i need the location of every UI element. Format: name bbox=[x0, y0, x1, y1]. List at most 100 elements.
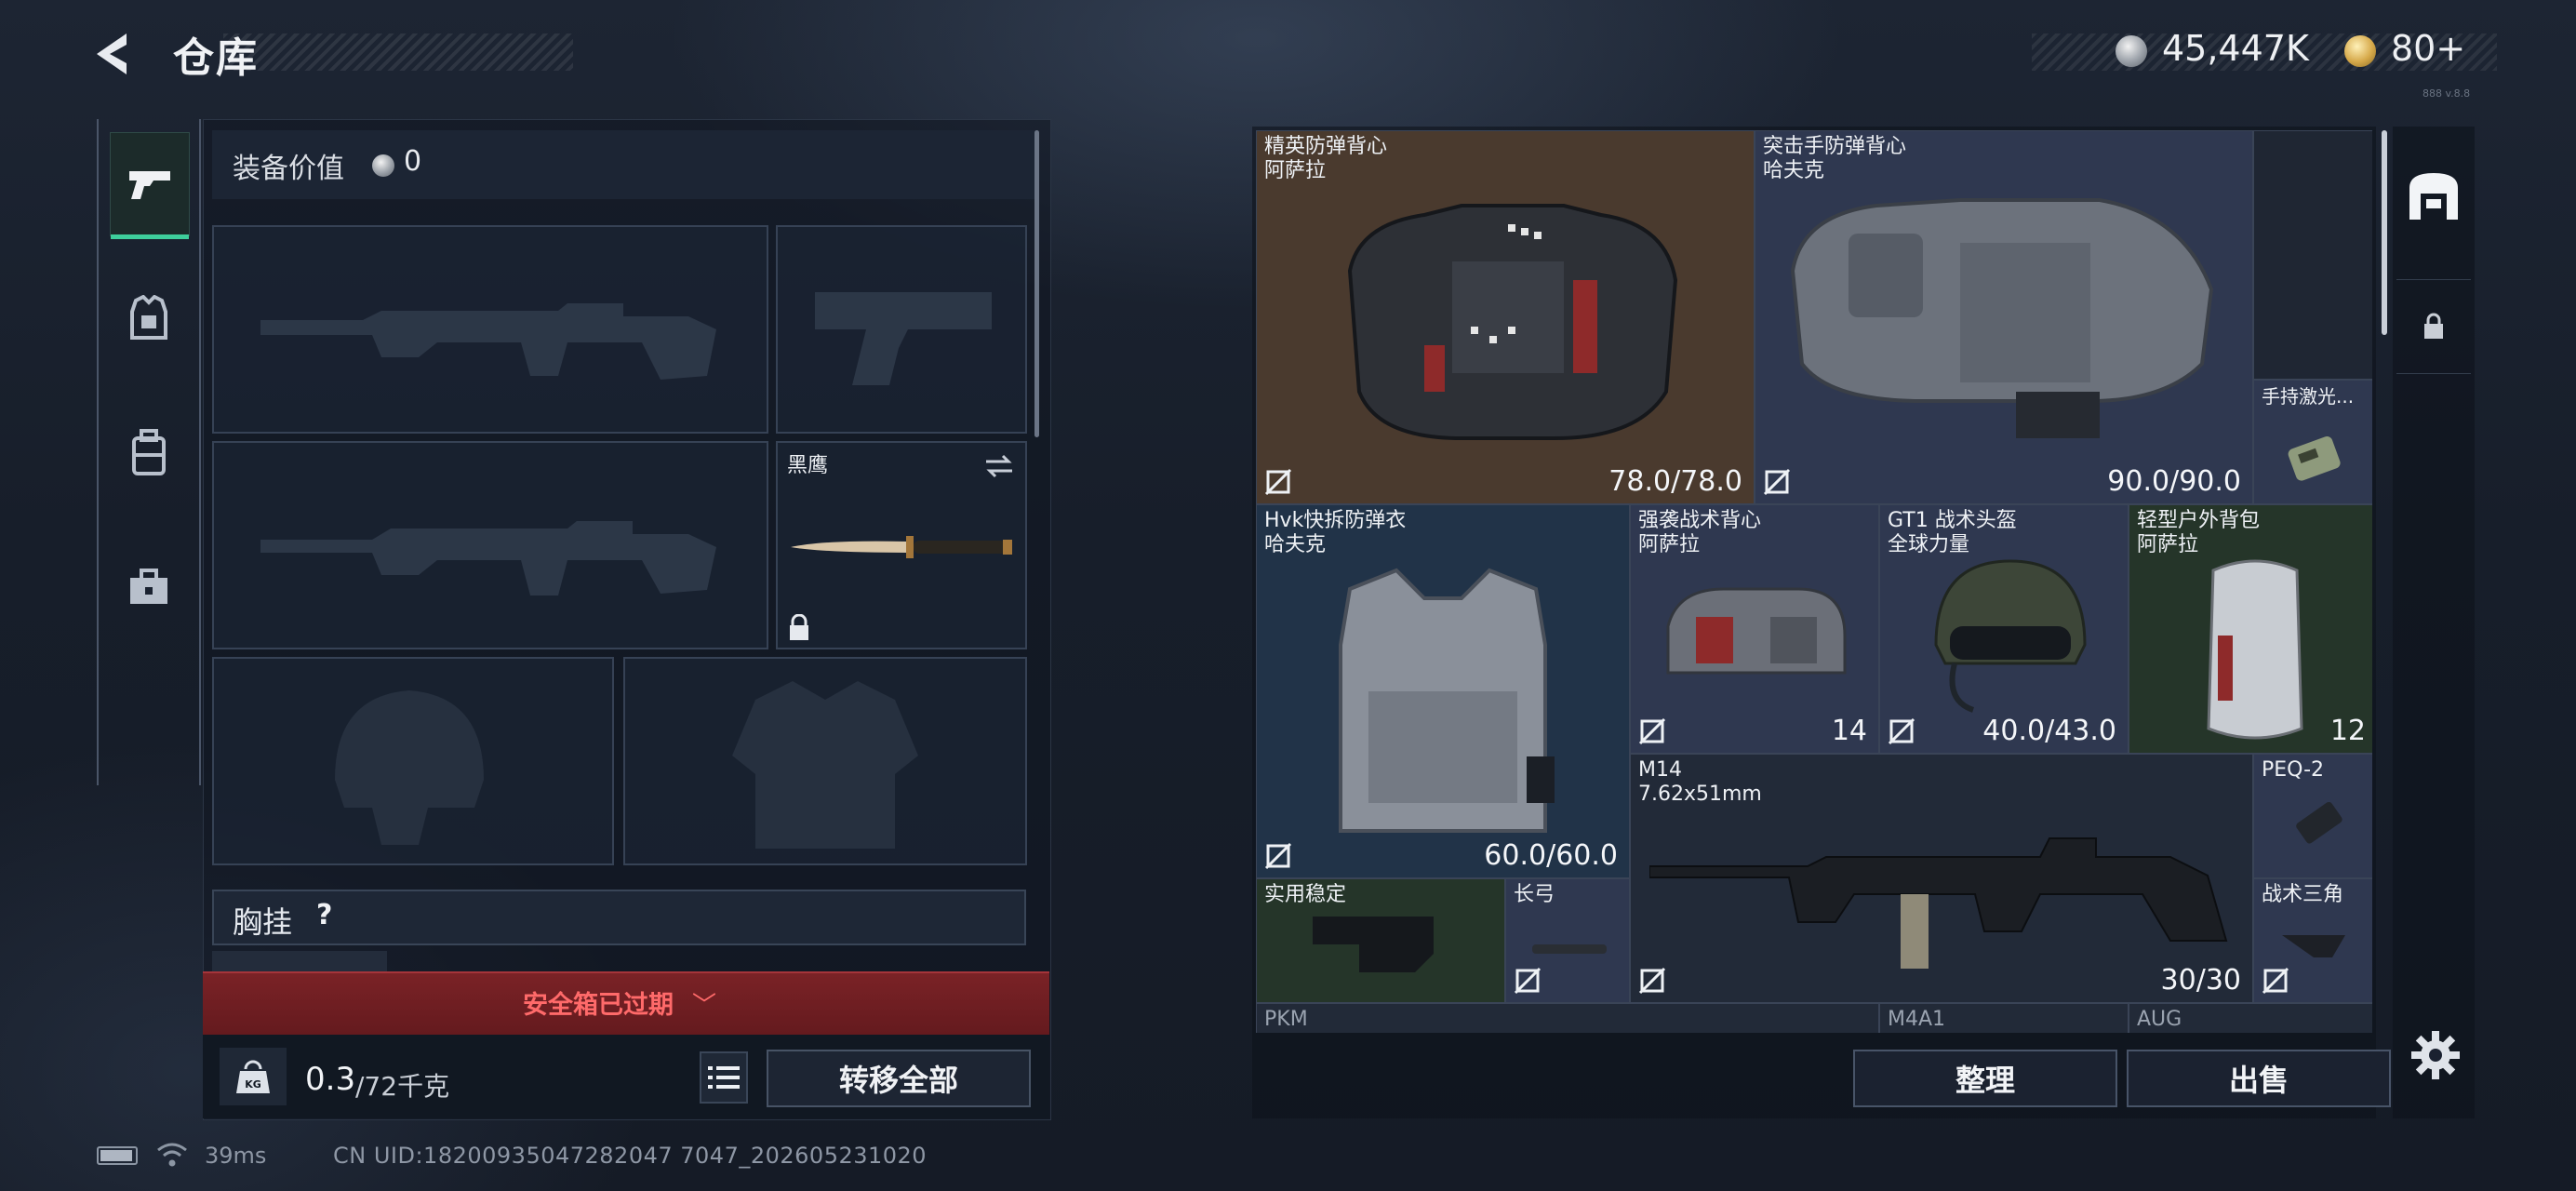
item-name: 突击手防弹背心 bbox=[1763, 135, 1907, 158]
silver-coin-icon bbox=[372, 154, 394, 177]
tab-supplies[interactable] bbox=[110, 536, 188, 638]
item-capacity: 12 bbox=[2329, 715, 2366, 747]
stash-item-longbow[interactable]: 长弓 bbox=[1505, 878, 1630, 1003]
toolbox-icon bbox=[130, 569, 167, 604]
lock-icon bbox=[2424, 313, 2443, 339]
item-name: M14 bbox=[1638, 758, 1682, 782]
stash-item-handheld-laser[interactable]: 手持激光... bbox=[2253, 380, 2372, 504]
swap-icon[interactable] bbox=[982, 452, 1016, 480]
stash-item-peq2[interactable]: PEQ-2 bbox=[2253, 754, 2372, 878]
stash-scrollbar[interactable] bbox=[2382, 130, 2387, 335]
no-trade-icon bbox=[1264, 468, 1292, 496]
stash-item-elite-vest[interactable]: 精英防弹背心 阿萨拉 78.0/78.0 bbox=[1256, 130, 1755, 504]
item-name: PEQ-2 bbox=[2262, 758, 2325, 782]
item-name: 实用稳定 bbox=[1264, 883, 1347, 906]
loadout-scrollbar[interactable] bbox=[1034, 130, 1039, 437]
stash-tab-bar bbox=[2393, 127, 2475, 1118]
body-armor-slot[interactable] bbox=[623, 657, 1027, 865]
no-trade-icon bbox=[1638, 967, 1666, 995]
helmet-slot[interactable] bbox=[212, 657, 614, 865]
list-view-button[interactable] bbox=[700, 1051, 748, 1104]
tab-stash-locked[interactable] bbox=[2396, 279, 2471, 374]
item-origin: 阿萨拉 bbox=[1264, 159, 1327, 182]
no-trade-icon bbox=[1763, 468, 1791, 496]
chest-rig-help-icon[interactable]: ? bbox=[316, 899, 332, 931]
stash-item-assault-vest[interactable]: 突击手防弹背心 哈夫克 90.0/90.0 bbox=[1755, 130, 2253, 504]
item-name: 长弓 bbox=[1514, 883, 1555, 906]
item-ammo: 30/30 bbox=[2160, 964, 2241, 997]
title-decoration bbox=[223, 33, 573, 71]
item-origin: 哈夫克 bbox=[1763, 159, 1825, 182]
weight-icon: KG bbox=[220, 1048, 287, 1105]
armor-silhouette-icon bbox=[732, 681, 918, 849]
stash-item-m4a1[interactable]: M4A1 bbox=[1879, 1003, 2129, 1033]
sort-button[interactable]: 整理 bbox=[1853, 1050, 2117, 1107]
tab-gear[interactable] bbox=[110, 268, 188, 370]
item-name: 轻型户外背包 bbox=[2137, 509, 2261, 532]
tab-stash-main[interactable] bbox=[2396, 149, 2471, 242]
empty-stash-cell[interactable] bbox=[2129, 754, 2253, 878]
stash-item-utility-stock[interactable]: 实用稳定 bbox=[1256, 878, 1505, 1003]
chest-rig-slot[interactable] bbox=[212, 890, 1026, 945]
item-origin: 全球力量 bbox=[1888, 533, 1970, 556]
pistol-slot[interactable] bbox=[776, 225, 1027, 434]
back-arrow-icon bbox=[97, 33, 127, 74]
lock-icon bbox=[790, 614, 808, 640]
item-durability: 90.0/90.0 bbox=[2107, 465, 2241, 498]
stash-item-light-backpack[interactable]: 轻型户外背包 阿萨拉 12 bbox=[2129, 504, 2372, 754]
sell-button[interactable]: 出售 bbox=[2127, 1050, 2391, 1107]
item-durability: 60.0/60.0 bbox=[1484, 839, 1618, 872]
backpack-icon bbox=[132, 429, 166, 475]
stash-item-hvk-armor[interactable]: Hvk快拆防弹衣 哈夫克 60.0/60.0 bbox=[1256, 504, 1630, 878]
item-name: AUG bbox=[2137, 1008, 2182, 1031]
laser-module-icon bbox=[2296, 801, 2342, 844]
tab-backpack[interactable] bbox=[110, 402, 188, 504]
armor-icon bbox=[1339, 568, 1555, 833]
item-capacity: 14 bbox=[1831, 715, 1867, 747]
item-origin: 阿萨拉 bbox=[1638, 533, 1701, 556]
no-trade-icon bbox=[1888, 717, 1915, 745]
equip-value-label: 装备价值 bbox=[233, 153, 344, 185]
stash-item-pkm[interactable]: PKM bbox=[1256, 1003, 1879, 1033]
rig-icon bbox=[1666, 587, 1847, 675]
melee-slot[interactable]: 黑鹰 bbox=[776, 441, 1027, 649]
gold-coin-icon bbox=[2344, 35, 2376, 67]
rifle-silhouette-icon bbox=[260, 303, 716, 380]
settings-button[interactable] bbox=[2408, 1027, 2463, 1083]
stash-item-tactical-grip[interactable]: 战术三角 bbox=[2253, 878, 2372, 1003]
category-rail bbox=[97, 119, 201, 785]
ping-text: 39ms bbox=[205, 1143, 267, 1169]
item-origin: 哈夫克 bbox=[1264, 533, 1327, 556]
laser-icon bbox=[2288, 436, 2341, 481]
weight-limit: /72千克 bbox=[355, 1071, 450, 1102]
stash-item-gt1-helmet[interactable]: GT1 战术头盔 全球力量 40.0/43.0 bbox=[1879, 504, 2129, 754]
no-trade-icon bbox=[1514, 967, 1542, 995]
stash-grid: 精英防弹背心 阿萨拉 78.0/78.0 突击手防弹背心 哈夫克 90.0/90… bbox=[1256, 130, 2372, 1033]
tab-weapons[interactable] bbox=[110, 132, 190, 239]
version-tag: 888 v.8.8 bbox=[2423, 87, 2471, 100]
empty-stash-cell[interactable] bbox=[2253, 130, 2372, 380]
primary-weapon-slot[interactable] bbox=[212, 225, 768, 434]
stash-item-aug[interactable]: AUG bbox=[2129, 1003, 2372, 1033]
melee-name: 黑鹰 bbox=[787, 454, 829, 477]
no-trade-icon bbox=[1264, 842, 1292, 870]
secondary-weapon-slot[interactable] bbox=[212, 441, 768, 649]
wifi-icon bbox=[157, 1143, 187, 1167]
token-amount[interactable]: 80+ bbox=[2391, 28, 2465, 69]
item-caliber: 7.62x51mm bbox=[1638, 783, 1762, 806]
vest-icon bbox=[1347, 204, 1678, 440]
back-button[interactable] bbox=[89, 26, 154, 82]
transfer-all-button[interactable]: 转移全部 bbox=[767, 1050, 1031, 1107]
backpack-slot-strip bbox=[212, 951, 387, 973]
chest-rig-label: 胸挂 bbox=[233, 904, 293, 940]
stash-item-assault-rig[interactable]: 强袭战术背心 阿萨拉 14 bbox=[1630, 504, 1879, 754]
grip-icon bbox=[2282, 935, 2345, 957]
rifle-silhouette-icon bbox=[260, 521, 716, 596]
item-name: Hvk快拆防弹衣 bbox=[1264, 509, 1407, 532]
page-title: 仓库 bbox=[173, 34, 259, 82]
item-name: GT1 战术头盔 bbox=[1888, 509, 2017, 532]
currency-amount[interactable]: 45,447K bbox=[2162, 28, 2309, 69]
silver-coin-icon bbox=[2116, 35, 2147, 67]
item-name: 手持激光... bbox=[2262, 385, 2355, 408]
item-origin: 阿萨拉 bbox=[2137, 533, 2199, 556]
